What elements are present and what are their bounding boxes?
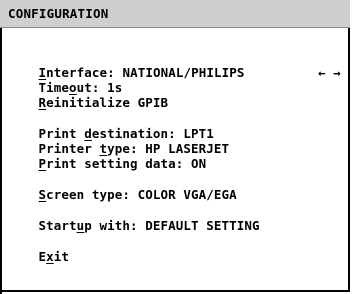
menu-item-screen-type[interactable]: Screen type: COLOR VGA/EGA (8, 172, 237, 202)
menu-item-timeout[interactable]: Timeout: 1s (8, 65, 123, 95)
configuration-window: CONFIGURATION Interface: NATIONAL/PHILIP… (0, 0, 350, 294)
print-setting-hotkey: P (38, 156, 47, 171)
title-text: CONFIGURATION (8, 6, 109, 21)
interface-arrows[interactable]: ← → (288, 50, 341, 95)
menu-item-startup[interactable]: Startup with: DEFAULT SETTING (8, 203, 260, 233)
menu-item-print-setting-data[interactable]: Print setting data: ON (8, 141, 207, 171)
screen-type-hotkey: S (38, 187, 47, 202)
window-title: CONFIGURATION (0, 0, 350, 28)
window-left-border (0, 28, 2, 294)
menu-item-print-destination[interactable]: Print destination: LPT1 (8, 111, 214, 141)
menu-item-interface[interactable]: Interface: NATIONAL/PHILIPS (8, 50, 245, 80)
menu-item-exit[interactable]: Exit (8, 234, 69, 264)
interface-value: NATIONAL/PHILIPS (122, 65, 245, 80)
reinit-hotkey: R (38, 95, 47, 110)
exit-hotkey: x (46, 249, 54, 264)
left-right-arrow-icon[interactable]: ← → (318, 65, 341, 80)
menu-item-printer-type[interactable]: Printer type: HP LASERJET (8, 126, 230, 156)
menu-item-reinitialize-gpib[interactable]: Reinitialize GPIB (8, 80, 169, 110)
